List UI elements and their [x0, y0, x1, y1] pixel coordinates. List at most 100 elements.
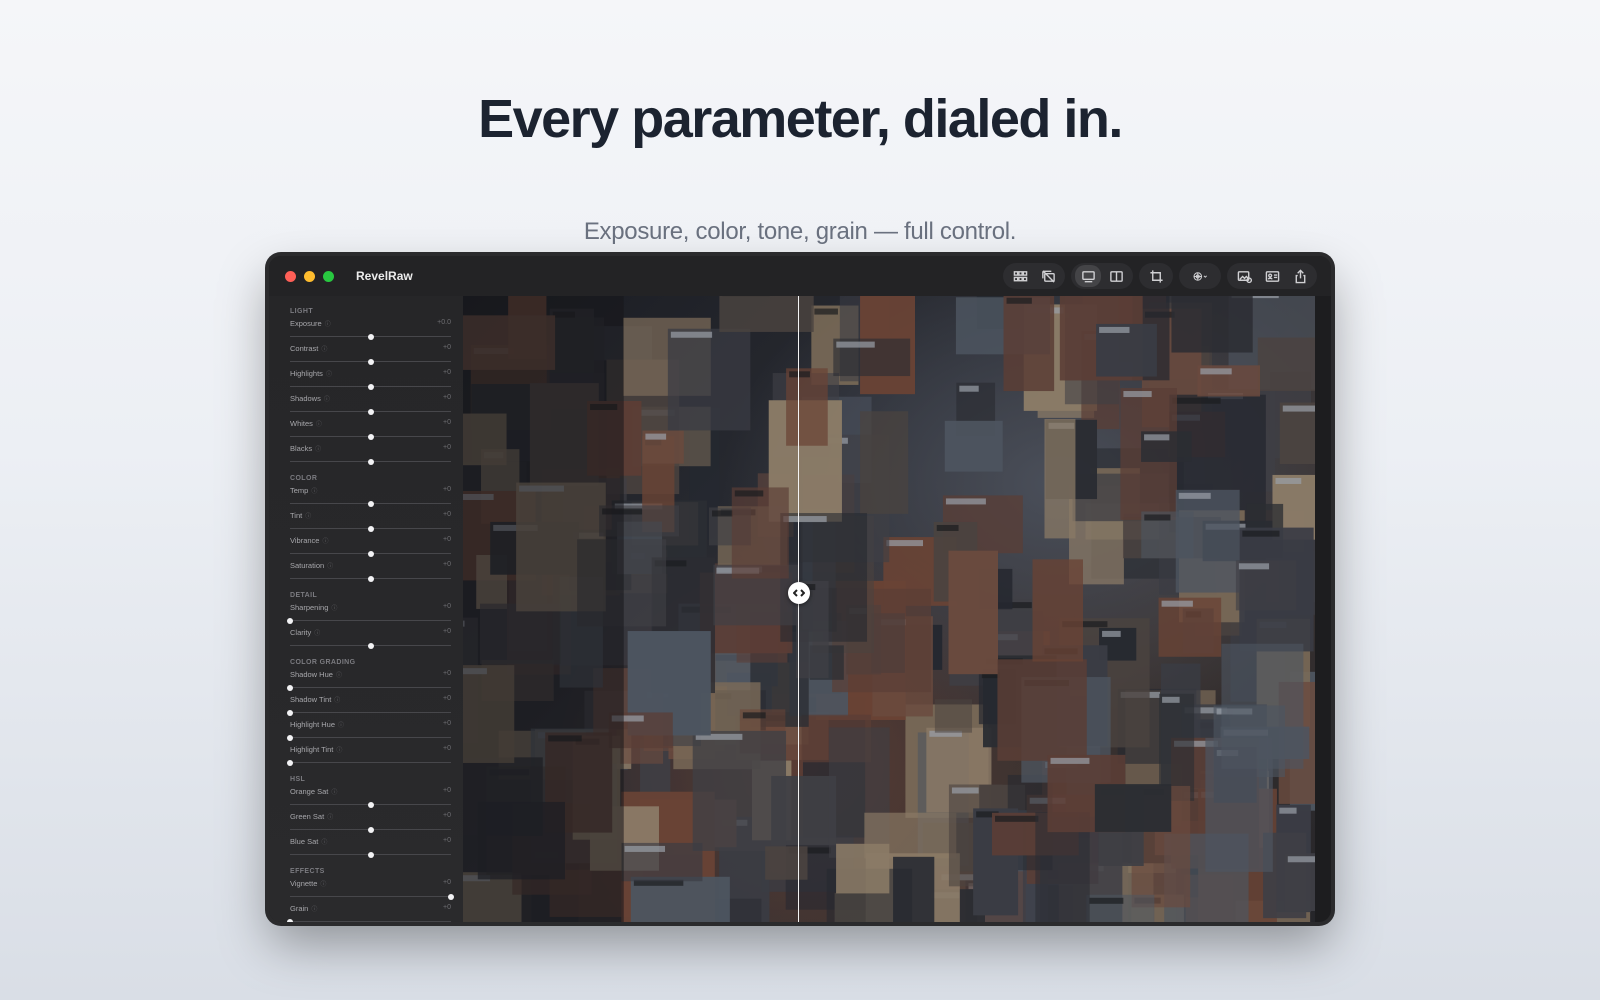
info-icon[interactable]: ⓘ: [327, 815, 333, 821]
slider-track[interactable]: [290, 358, 451, 365]
split-view-button[interactable]: [1103, 265, 1129, 287]
param-value[interactable]: +0: [443, 486, 451, 493]
slider-knob[interactable]: [367, 333, 374, 340]
slider-track[interactable]: [290, 500, 451, 507]
info-card-button[interactable]: [1259, 265, 1285, 287]
info-icon[interactable]: ⓘ: [325, 322, 331, 328]
info-icon[interactable]: ⓘ: [315, 447, 321, 453]
param-value[interactable]: +0: [443, 670, 451, 677]
before-after-handle[interactable]: [787, 582, 810, 605]
info-icon[interactable]: ⓘ: [305, 514, 311, 520]
param-value[interactable]: +0: [443, 536, 451, 543]
filter-menu-button[interactable]: [1183, 265, 1217, 287]
slider-knob[interactable]: [367, 500, 374, 507]
info-icon[interactable]: ⓘ: [338, 723, 344, 729]
param-value[interactable]: +0: [443, 745, 451, 752]
photo-viewer[interactable]: [463, 296, 1315, 922]
zoom-window-button[interactable]: [323, 270, 334, 282]
param-value[interactable]: +0: [443, 879, 451, 886]
crop-button[interactable]: [1143, 265, 1169, 287]
info-icon[interactable]: ⓘ: [334, 698, 340, 704]
slider-track[interactable]: [290, 575, 451, 582]
slider-track[interactable]: [290, 550, 451, 557]
param-value[interactable]: +0: [443, 394, 451, 401]
slider-knob[interactable]: [367, 575, 374, 582]
slider-knob[interactable]: [287, 918, 293, 922]
slider-knob[interactable]: [448, 893, 454, 900]
info-icon[interactable]: ⓘ: [320, 882, 326, 888]
slider-knob[interactable]: [367, 851, 374, 858]
slider-knob[interactable]: [367, 525, 374, 532]
info-icon[interactable]: ⓘ: [322, 539, 328, 545]
compare-photos-button[interactable]: [1035, 265, 1061, 287]
param-value[interactable]: +0: [443, 561, 451, 568]
slider-knob[interactable]: [367, 642, 374, 649]
slider-track[interactable]: [287, 918, 451, 922]
param-value[interactable]: +0: [443, 511, 451, 518]
slider-knob[interactable]: [287, 759, 293, 766]
slider-track[interactable]: [290, 383, 451, 390]
slider-knob[interactable]: [367, 358, 374, 365]
rooftop-shape: [936, 524, 959, 531]
info-icon[interactable]: ⓘ: [331, 790, 337, 796]
param-value[interactable]: +0: [443, 419, 451, 426]
param-value[interactable]: +0: [443, 812, 451, 819]
close-window-button[interactable]: [285, 270, 296, 282]
slider-knob[interactable]: [367, 408, 374, 415]
slider-track[interactable]: [290, 801, 451, 808]
param-value[interactable]: +0: [443, 344, 451, 351]
slider-track[interactable]: [290, 525, 451, 532]
slider-knob[interactable]: [287, 709, 293, 716]
param-value[interactable]: +0: [443, 787, 451, 794]
slider-knob[interactable]: [367, 458, 374, 465]
info-icon[interactable]: ⓘ: [311, 907, 317, 913]
param-value[interactable]: +0: [443, 628, 451, 635]
slider-knob[interactable]: [367, 433, 374, 440]
param-value[interactable]: +0.0: [437, 319, 451, 326]
info-icon[interactable]: ⓘ: [336, 673, 342, 679]
slider-track[interactable]: [287, 684, 451, 691]
slider-track[interactable]: [290, 893, 454, 900]
slider-track[interactable]: [287, 734, 451, 741]
slider-track[interactable]: [290, 851, 451, 858]
share-button[interactable]: [1287, 265, 1313, 287]
slider-track[interactable]: [290, 458, 451, 465]
info-icon[interactable]: ⓘ: [327, 564, 333, 570]
slider-track[interactable]: [290, 408, 451, 415]
info-icon[interactable]: ⓘ: [321, 347, 327, 353]
param-value[interactable]: +0: [443, 603, 451, 610]
add-photo-button[interactable]: [1231, 265, 1257, 287]
param-value[interactable]: +0: [443, 369, 451, 376]
info-icon[interactable]: ⓘ: [336, 748, 342, 754]
info-icon[interactable]: ⓘ: [314, 631, 320, 637]
info-icon[interactable]: ⓘ: [326, 372, 332, 378]
param-value[interactable]: +0: [443, 444, 451, 451]
param-value[interactable]: +0: [443, 695, 451, 702]
minimize-window-button[interactable]: [304, 270, 315, 282]
before-after-divider[interactable]: [797, 296, 800, 922]
slider-track[interactable]: [287, 759, 451, 766]
grid-view-button[interactable]: [1007, 265, 1033, 287]
slider-track[interactable]: [290, 826, 451, 833]
slider-track[interactable]: [290, 333, 451, 340]
slider-knob[interactable]: [367, 801, 374, 808]
slider-track[interactable]: [287, 617, 451, 624]
slider-track[interactable]: [290, 642, 451, 649]
info-icon[interactable]: ⓘ: [321, 840, 327, 846]
param-value[interactable]: +0: [443, 837, 451, 844]
info-icon[interactable]: ⓘ: [316, 422, 322, 428]
single-view-button[interactable]: [1075, 265, 1101, 287]
slider-track[interactable]: [287, 709, 451, 716]
slider-knob[interactable]: [287, 684, 293, 691]
slider-knob[interactable]: [367, 826, 374, 833]
slider-knob[interactable]: [287, 617, 293, 624]
info-icon[interactable]: ⓘ: [311, 489, 317, 495]
slider-knob[interactable]: [367, 550, 374, 557]
param-value[interactable]: +0: [443, 904, 451, 911]
info-icon[interactable]: ⓘ: [324, 397, 330, 403]
info-icon[interactable]: ⓘ: [331, 606, 337, 612]
slider-knob[interactable]: [367, 383, 374, 390]
slider-knob[interactable]: [287, 734, 293, 741]
slider-track[interactable]: [290, 433, 451, 440]
param-value[interactable]: +0: [443, 720, 451, 727]
